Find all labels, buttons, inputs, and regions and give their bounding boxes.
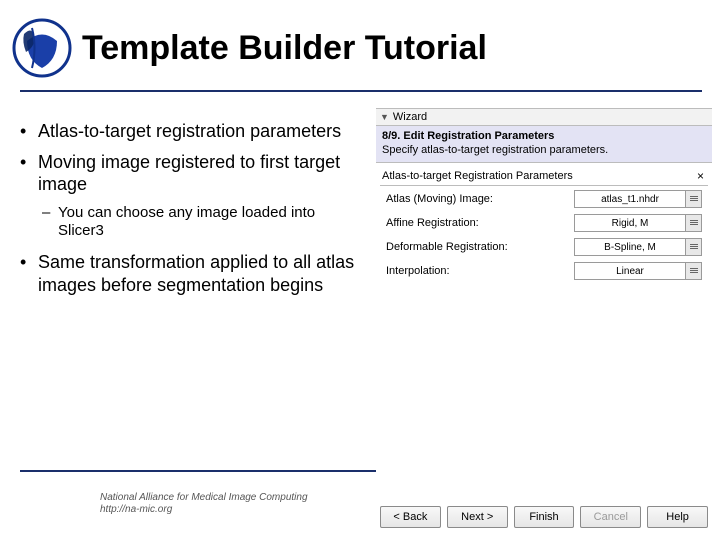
params-group: Atlas-to-target Registration Parameters … [380,167,708,282]
wizard-panel: ▼ Wizard 8/9. Edit Registration Paramete… [376,108,712,532]
step-description: Specify atlas-to-target registration par… [382,144,706,156]
param-affine-label: Affine Registration: [386,217,574,229]
interpolation-select[interactable]: Linear [574,262,702,280]
finish-button[interactable]: Finish [514,506,575,528]
atlas-image-select[interactable]: atlas_t1.nhdr [574,190,702,208]
cancel-button[interactable]: Cancel [580,506,641,528]
footer: National Alliance for Medical Image Comp… [100,492,308,516]
panel-header[interactable]: ▼ Wizard [376,108,712,126]
dropdown-icon [685,215,701,231]
close-icon[interactable]: × [693,169,708,183]
chevron-down-icon: ▼ [380,112,389,122]
dropdown-icon [685,191,701,207]
bullet-1: Atlas-to-target registration parameters [20,120,360,143]
deformable-registration-select[interactable]: B-Spline, M [574,238,702,256]
slide-title: Template Builder Tutorial [82,29,487,68]
param-interpolation: Interpolation: Linear [386,260,702,282]
interpolation-value: Linear [575,266,685,277]
wizard-button-bar: < Back Next > Finish Cancel Help [380,506,708,528]
footer-line-1: National Alliance for Medical Image Comp… [100,492,308,504]
param-affine: Affine Registration: Rigid, M [386,212,702,234]
param-interpolation-label: Interpolation: [386,265,574,277]
header-rule [20,90,702,92]
slide-body: Atlas-to-target registration parameters … [20,120,360,304]
param-atlas: Atlas (Moving) Image: atlas_t1.nhdr [386,188,702,210]
param-atlas-label: Atlas (Moving) Image: [386,193,574,205]
atlas-image-value: atlas_t1.nhdr [575,194,685,205]
step-header: 8/9. Edit Registration Parameters Specif… [376,126,712,163]
dropdown-icon [685,263,701,279]
param-deformable-label: Deformable Registration: [386,241,574,253]
affine-registration-value: Rigid, M [575,218,685,229]
bullet-list: Atlas-to-target registration parameters … [20,120,360,296]
affine-registration-select[interactable]: Rigid, M [574,214,702,232]
bullet-3: Same transformation applied to all atlas… [20,251,360,296]
back-button[interactable]: < Back [380,506,441,528]
namic-logo [12,18,72,78]
slide-header: Template Builder Tutorial [0,0,720,78]
param-deformable: Deformable Registration: B-Spline, M [386,236,702,258]
dropdown-icon [685,239,701,255]
group-header: Atlas-to-target Registration Parameters … [380,167,708,186]
group-label: Atlas-to-target Registration Parameters [380,170,693,182]
deformable-registration-value: B-Spline, M [575,242,685,253]
help-button[interactable]: Help [647,506,708,528]
footer-line-2: http://na-mic.org [100,504,308,516]
bullet-2-sub-1: You can choose any image loaded into Sli… [20,204,360,242]
next-button[interactable]: Next > [447,506,508,528]
bullet-2: Moving image registered to first target … [20,151,360,196]
step-title: 8/9. Edit Registration Parameters [382,130,706,142]
panel-title-text: Wizard [393,111,427,123]
